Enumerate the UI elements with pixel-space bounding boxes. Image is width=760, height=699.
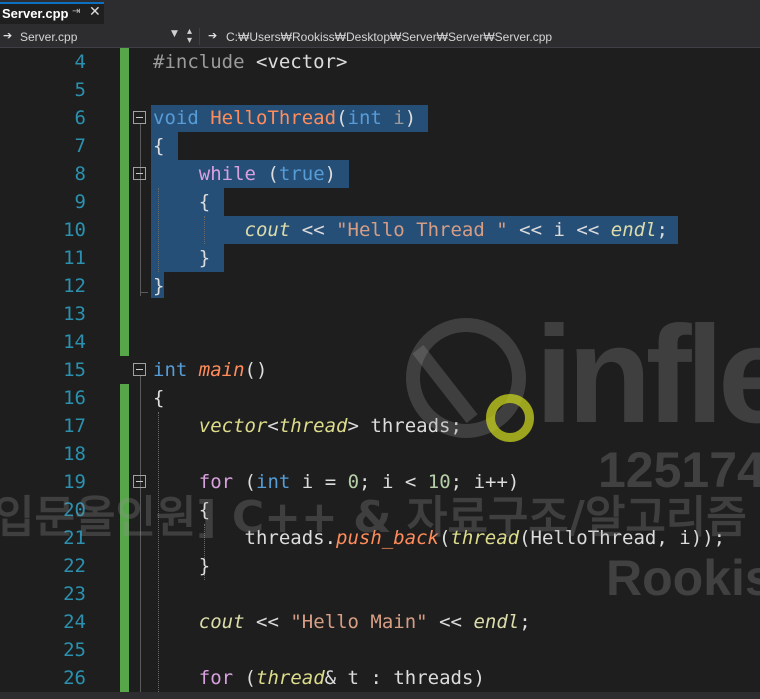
line-number: 8 [74,163,86,185]
line-number: 7 [74,135,86,157]
code-line[interactable]: } [153,244,210,272]
code-line[interactable]: cout << "Hello Thread " << i << endl; [153,216,668,244]
split-arrows-icon[interactable]: ▴ ▾ [187,27,192,46]
line-number: 25 [63,639,86,661]
line-number: 17 [63,415,86,437]
code-line[interactable]: cout << "Hello Main" << endl; [153,608,531,636]
line-number: 10 [63,219,86,241]
line-number: 11 [63,247,86,269]
line-number: 18 [63,443,86,465]
line-number: 12 [63,275,86,297]
file-path-dropdown[interactable]: C:₩Users₩Rookiss₩Desktop₩Server₩Server₩S… [226,30,552,44]
line-number: 9 [74,191,86,213]
line-number: 15 [63,359,86,381]
code-line[interactable]: for (thread& t : threads) [153,664,485,692]
tab-server-cpp[interactable]: Server.cpp ⇥ ✕ [0,2,104,24]
watermark-course: 입문올인원] C++ & 자료구조/알고리즘 [0,492,747,543]
tab-title: Server.cpp [2,6,69,21]
close-icon[interactable]: ✕ [89,4,101,20]
tab-bar: Server.cpp ⇥ ✕ [0,0,760,26]
code-line[interactable]: { [153,132,164,160]
line-number: 14 [63,331,86,353]
navigation-bar: ➔ Server.cpp ▼ ▴ ▾ ➔ C:₩Users₩Rookiss₩Des… [0,26,760,48]
arrow-right-icon: ➔ [208,29,218,42]
collapse-toggle-icon[interactable] [133,111,146,124]
code-line[interactable]: { [153,188,210,216]
code-line[interactable]: void HelloThread(int i) [153,104,416,132]
line-number: 5 [74,79,86,101]
line-number: 24 [63,611,86,633]
change-indicator [120,48,129,356]
line-number: 16 [63,387,86,409]
divider [199,28,200,45]
scope-dropdown[interactable]: Server.cpp [20,30,77,44]
watermark-logo-dot [486,394,534,442]
collapse-toggle-icon[interactable] [133,475,146,488]
watermark-author: Rookiss [606,550,760,606]
code-line[interactable]: while (true) [153,160,336,188]
code-line[interactable]: #include <vector> [153,48,347,76]
fold-guide-end [140,292,148,293]
line-number: 23 [63,583,86,605]
line-number: 22 [63,555,86,577]
line-number: 4 [74,51,86,73]
code-line[interactable]: } [153,552,210,580]
line-number: 6 [74,107,86,129]
collapse-toggle-icon[interactable] [133,363,146,376]
watermark-brand: inflea [535,298,760,452]
line-number: 26 [63,667,86,689]
status-strip [0,692,760,699]
fold-guide [140,124,141,296]
code-line[interactable]: { [153,384,164,412]
code-line[interactable]: int main() [153,356,267,384]
arrow-right-icon: ➔ [3,29,13,42]
code-line[interactable]: } [153,272,164,300]
line-number: 13 [63,303,86,325]
pin-icon[interactable]: ⇥ [72,6,80,17]
collapse-toggle-icon[interactable] [133,167,146,180]
code-line[interactable]: vector<thread> threads; [153,412,462,440]
chevron-down-icon[interactable]: ▼ [171,29,178,39]
